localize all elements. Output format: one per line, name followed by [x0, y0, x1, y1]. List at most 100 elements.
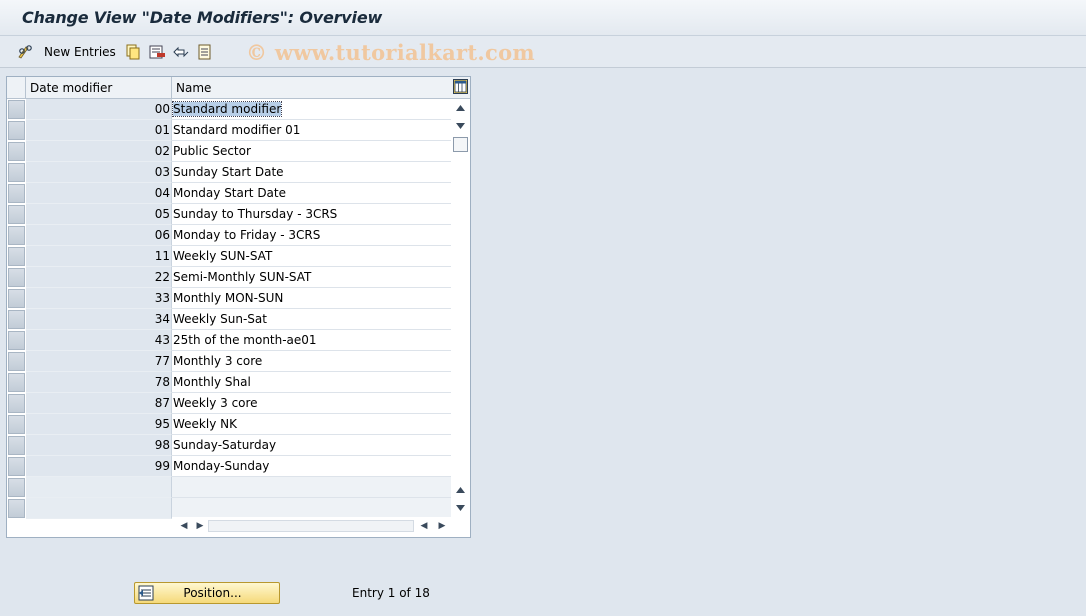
- name-cell[interactable]: Monday-Sunday: [172, 456, 451, 477]
- watermark-text: © www.tutorialkart.com: [246, 40, 535, 65]
- name-cell[interactable]: Weekly 3 core: [172, 393, 451, 414]
- table-row[interactable]: 34 Weekly Sun-Sat: [7, 309, 451, 330]
- name-cell[interactable]: Public Sector: [172, 141, 451, 162]
- date-modifier-cell: 01: [26, 120, 172, 141]
- column-header-name[interactable]: Name: [172, 77, 451, 99]
- name-cell[interactable]: Semi-Monthly SUN-SAT: [172, 267, 451, 288]
- new-entries-button[interactable]: New Entries: [16, 42, 116, 62]
- delete-button[interactable]: [148, 42, 166, 62]
- scroll-right-button[interactable]: ▶: [194, 519, 206, 533]
- scroll-up-button[interactable]: [453, 101, 468, 115]
- table-row[interactable]: 02 Public Sector: [7, 141, 451, 162]
- row-selector[interactable]: [8, 163, 25, 182]
- scroll-down-button[interactable]: [453, 119, 468, 133]
- row-selector[interactable]: [8, 100, 25, 119]
- scroll-thumb[interactable]: [453, 137, 468, 152]
- undo-change-button[interactable]: [172, 42, 190, 62]
- horizontal-scrollbar[interactable]: ◀ ▶ ◀ ▶: [172, 517, 452, 535]
- table-row[interactable]: 43 25th of the month-ae01: [7, 330, 451, 351]
- row-selector[interactable]: [8, 499, 25, 518]
- table-row[interactable]: 11 Weekly SUN-SAT: [7, 246, 451, 267]
- row-selector[interactable]: [8, 268, 25, 287]
- page-down-button[interactable]: [453, 501, 468, 515]
- row-selector[interactable]: [8, 310, 25, 329]
- vertical-scrollbar[interactable]: [451, 99, 470, 519]
- table-row[interactable]: 99 Monday-Sunday: [7, 456, 451, 477]
- date-modifier-cell: 06: [26, 225, 172, 246]
- row-selector[interactable]: [8, 478, 25, 497]
- table-row[interactable]: 00 Standard modifier: [7, 99, 451, 120]
- name-cell[interactable]: Weekly NK: [172, 414, 451, 435]
- table-row[interactable]: 33 Monthly MON-SUN: [7, 288, 451, 309]
- table-row[interactable]: 98 Sunday-Saturday: [7, 435, 451, 456]
- table-row[interactable]: [7, 477, 451, 498]
- table-row[interactable]: 95 Weekly NK: [7, 414, 451, 435]
- table-row[interactable]: 01 Standard modifier 01: [7, 120, 451, 141]
- column-header-date-modifier[interactable]: Date modifier: [26, 77, 172, 99]
- scroll-left-end-button[interactable]: ◀: [418, 519, 430, 533]
- table-row[interactable]: 05 Sunday to Thursday - 3CRS: [7, 204, 451, 225]
- name-cell[interactable]: Monday Start Date: [172, 183, 451, 204]
- name-cell[interactable]: Monthly Shal: [172, 372, 451, 393]
- name-cell[interactable]: Weekly SUN-SAT: [172, 246, 451, 267]
- name-cell[interactable]: Monthly MON-SUN: [172, 288, 451, 309]
- edit-glasses-icon: [18, 45, 32, 59]
- delete-icon: [149, 45, 165, 59]
- arrow-up-icon: [456, 105, 465, 111]
- name-cell[interactable]: Sunday Start Date: [172, 162, 451, 183]
- table-row[interactable]: 87 Weekly 3 core: [7, 393, 451, 414]
- table-row[interactable]: 04 Monday Start Date: [7, 183, 451, 204]
- row-selector[interactable]: [8, 226, 25, 245]
- name-cell[interactable]: Monthly 3 core: [172, 351, 451, 372]
- scroll-left-button[interactable]: ◀: [178, 519, 190, 533]
- name-cell[interactable]: Sunday to Thursday - 3CRS: [172, 204, 451, 225]
- date-modifier-cell: 02: [26, 141, 172, 162]
- table-settings-button[interactable]: [451, 77, 470, 99]
- table-row[interactable]: [7, 498, 451, 519]
- name-cell[interactable]: [172, 477, 451, 498]
- row-selector[interactable]: [8, 457, 25, 476]
- table-row[interactable]: 77 Monthly 3 core: [7, 351, 451, 372]
- date-modifier-cell: 95: [26, 414, 172, 435]
- date-modifier-cell: 03: [26, 162, 172, 183]
- date-modifier-cell: 00: [26, 99, 172, 120]
- horizontal-scroll-track[interactable]: [208, 520, 414, 532]
- table-row[interactable]: 03 Sunday Start Date: [7, 162, 451, 183]
- page-title: Change View "Date Modifiers": Overview: [22, 8, 383, 27]
- position-button[interactable]: Position...: [134, 582, 280, 604]
- table-row[interactable]: 06 Monday to Friday - 3CRS: [7, 225, 451, 246]
- row-selector[interactable]: [8, 331, 25, 350]
- row-selector[interactable]: [8, 352, 25, 371]
- copy-button[interactable]: [124, 42, 142, 62]
- row-selector[interactable]: [8, 184, 25, 203]
- scroll-right-end-button[interactable]: ▶: [436, 519, 448, 533]
- date-modifier-cell: 77: [26, 351, 172, 372]
- name-cell[interactable]: Standard modifier: [171, 99, 451, 120]
- date-modifier-cell: 11: [26, 246, 172, 267]
- row-selector[interactable]: [8, 415, 25, 434]
- select-block-button[interactable]: [196, 42, 214, 62]
- date-modifier-cell: 87: [26, 393, 172, 414]
- name-cell[interactable]: 25th of the month-ae01: [172, 330, 451, 351]
- select-all-header[interactable]: [7, 77, 26, 99]
- page-up-button[interactable]: [453, 483, 468, 497]
- row-selector[interactable]: [8, 373, 25, 392]
- name-cell[interactable]: Sunday-Saturday: [172, 435, 451, 456]
- name-cell[interactable]: Standard modifier 01: [172, 120, 451, 141]
- table-row[interactable]: 22 Semi-Monthly SUN-SAT: [7, 267, 451, 288]
- entry-counter: Entry 1 of 18: [352, 586, 430, 600]
- row-selector[interactable]: [8, 121, 25, 140]
- row-selector[interactable]: [8, 436, 25, 455]
- row-selector[interactable]: [8, 205, 25, 224]
- row-selector[interactable]: [8, 289, 25, 308]
- selected-name-text: Standard modifier: [171, 101, 283, 117]
- row-selector[interactable]: [8, 247, 25, 266]
- arrow-down-icon: [456, 123, 465, 129]
- name-cell[interactable]: Weekly Sun-Sat: [172, 309, 451, 330]
- date-modifier-cell: 04: [26, 183, 172, 204]
- name-cell[interactable]: Monday to Friday - 3CRS: [172, 225, 451, 246]
- table-row[interactable]: 78 Monthly Shal: [7, 372, 451, 393]
- row-selector[interactable]: [8, 394, 25, 413]
- row-selector[interactable]: [8, 142, 25, 161]
- name-cell[interactable]: [172, 498, 451, 519]
